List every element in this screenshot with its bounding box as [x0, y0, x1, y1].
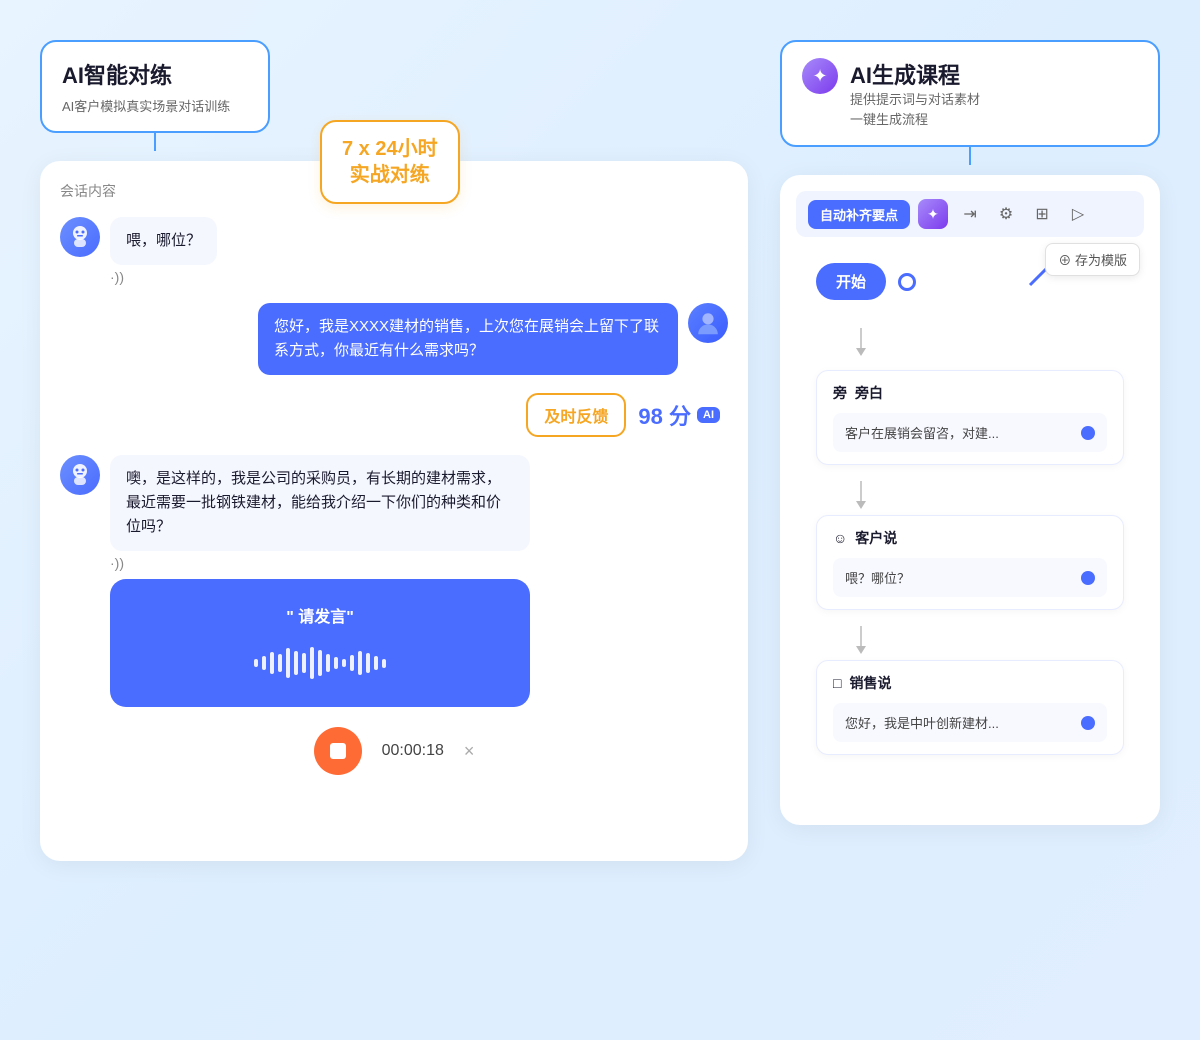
voice-prompt: " 请发言": [130, 603, 510, 627]
ai-subtitle: AI客户模拟真实场景对话训练: [62, 96, 248, 115]
flow-content: 开始 旁 旁白 客户在展销会留咨: [796, 253, 1144, 781]
ai-gen-text: AI生成课程 提供提示词与对话素材一键生成流程: [850, 58, 980, 129]
bubble-1: 喂，哪位？: [110, 217, 217, 265]
avatar-person: [688, 303, 728, 343]
narration-dot: [1081, 426, 1095, 440]
sales-content: 您好，我是中叶创新建材...: [833, 703, 1107, 742]
customer-dot: [1081, 571, 1095, 585]
customer-title: 客户说: [855, 528, 897, 548]
toolbar-tag[interactable]: 自动补齐要点: [808, 200, 910, 229]
ai-tag: AI: [697, 407, 720, 423]
toolbar-grid-icon[interactable]: ⊞: [1028, 200, 1056, 228]
toolbar-play-icon[interactable]: ▷: [1064, 200, 1092, 228]
waveform: [130, 643, 510, 683]
sparkle-icon: ✦: [802, 58, 838, 94]
flow-node-narration: 旁 旁白 客户在展销会留咨，对建...: [816, 370, 1124, 465]
score-number: 98 分: [638, 399, 691, 431]
ai-gen-subtitle: 提供提示词与对话素材一键生成流程: [850, 90, 980, 129]
ai-gen-card: ✦ AI生成课程 提供提示词与对话素材一键生成流程: [780, 40, 1160, 147]
record-stop-button[interactable]: [314, 727, 362, 775]
ai-title: AI智能对练: [62, 58, 248, 90]
chat-controls: 00:00:18 ×: [60, 727, 728, 775]
narration-content: 客户在展销会留咨，对建...: [833, 413, 1107, 452]
message-row-4: 噢，是这样的，我是公司的采购员，有长期的建材需求，最近需要一批钢铁建材，能给我介…: [60, 455, 728, 707]
flow-toolbar: 自动补齐要点 ✦ ⇥ ⚙ ⊞ ▷: [796, 191, 1144, 237]
badge-247: 7 x 24小时实战对练: [320, 120, 460, 204]
close-button[interactable]: ×: [464, 741, 475, 762]
right-panel: ✦ AI生成课程 提供提示词与对话素材一键生成流程 自动补齐要点 ✦ ⇥ ⚙ ⊞…: [780, 40, 1160, 825]
sales-title: 销售说: [849, 673, 891, 693]
sales-dot: [1081, 716, 1095, 730]
sales-icon: □: [833, 675, 841, 691]
narration-icon: 旁: [833, 383, 847, 403]
bubble-2: 您好，我是XXXX建材的销售，上次您在展销会上留下了联系方式，你最近有什么需求吗…: [258, 303, 678, 375]
flow-node-customer: ☺ 客户说 喂？哪位？: [816, 515, 1124, 610]
flow-node-sales: □ 销售说 您好，我是中叶创新建材...: [816, 660, 1124, 755]
customer-content: 喂？哪位？: [833, 558, 1107, 597]
avatar-robot-1: [60, 217, 100, 257]
sound-icon-2: ·)): [110, 555, 530, 571]
badge-feedback: 及时反馈: [526, 393, 626, 437]
chat-window: 会话内容 喂，哪位？ ·)): [40, 161, 748, 861]
narration-title: 旁白: [855, 383, 883, 403]
message-row-2: 您好，我是XXXX建材的销售，上次您在展销会上留下了联系方式，你最近有什么需求吗…: [60, 303, 728, 375]
toolbar-star-button[interactable]: ✦: [918, 199, 948, 229]
left-panel: AI智能对练 AI客户模拟真实场景对话训练 7 x 24小时实战对练 会话内容: [40, 40, 748, 861]
toolbar-import-icon[interactable]: ⇥: [956, 200, 984, 228]
bubble-4: 噢，是这样的，我是公司的采购员，有长期的建材需求，最近需要一批钢铁建材，能给我介…: [110, 455, 530, 551]
start-pill: 开始: [816, 263, 886, 300]
score-row: 及时反馈 98 分 AI: [60, 393, 728, 437]
stop-icon: [330, 743, 346, 759]
ai-title-card: AI智能对练 AI客户模拟真实场景对话训练: [40, 40, 270, 133]
customer-icon: ☺: [833, 530, 847, 546]
score-badge: 98 分 AI: [638, 399, 720, 431]
toolbar-settings-icon[interactable]: ⚙: [992, 200, 1020, 228]
voice-input-box[interactable]: " 请发言": [110, 579, 530, 707]
sound-icon-1: ·)): [110, 269, 217, 285]
ai-gen-title: AI生成课程: [850, 58, 980, 90]
flow-panel: 自动补齐要点 ✦ ⇥ ⚙ ⊞ ▷ ⊕ 存为模版 开始: [780, 175, 1160, 825]
main-container: AI智能对练 AI客户模拟真实场景对话训练 7 x 24小时实战对练 会话内容: [0, 0, 1200, 1040]
message-row-1: 喂，哪位？ ·)): [60, 217, 728, 285]
timer: 00:00:18: [382, 742, 444, 760]
save-template-button[interactable]: ⊕ 存为模版: [1045, 243, 1140, 276]
start-dot: [898, 273, 916, 291]
avatar-robot-2: [60, 455, 100, 495]
